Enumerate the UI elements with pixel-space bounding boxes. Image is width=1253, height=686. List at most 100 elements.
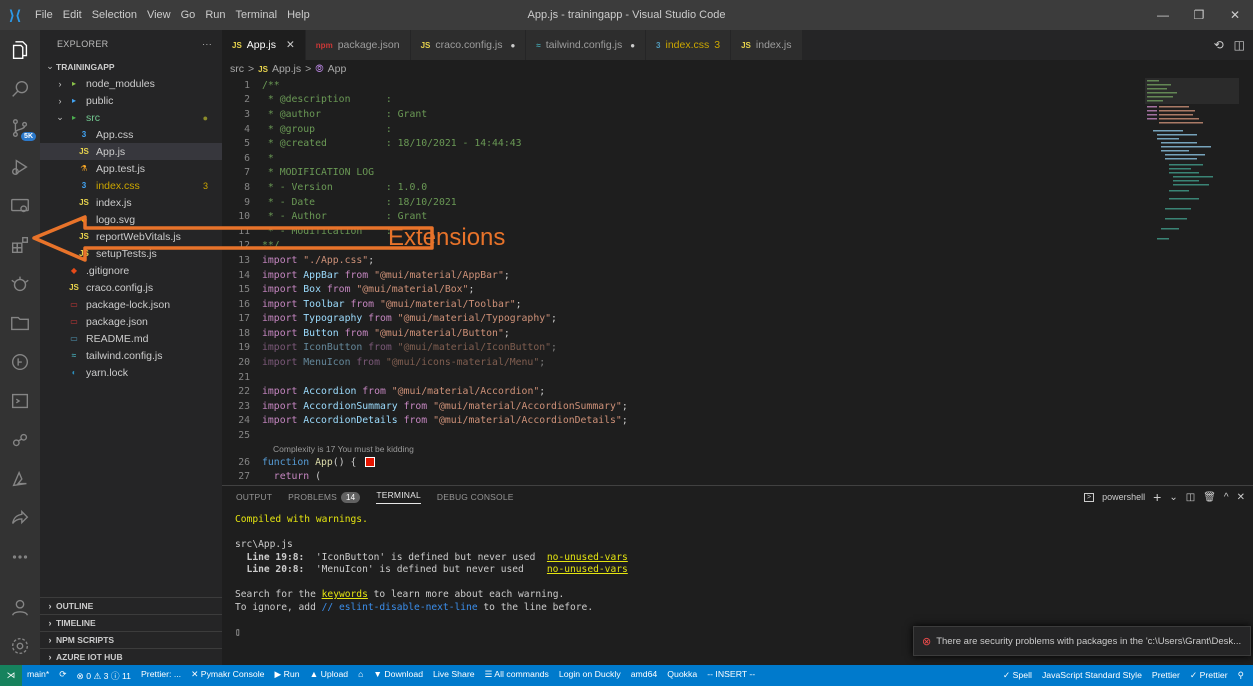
status-right-item-1[interactable]: JavaScript Standard Style bbox=[1037, 670, 1147, 681]
menu-help[interactable]: Help bbox=[282, 9, 315, 21]
live-share-icon[interactable] bbox=[0, 420, 40, 459]
tab-output[interactable]: OUTPUT bbox=[236, 492, 272, 502]
explorer-icon[interactable] bbox=[0, 30, 40, 69]
tab-package-json[interactable]: npm package.json bbox=[305, 30, 411, 60]
status-item-7[interactable]: ⌂ bbox=[353, 669, 368, 682]
tree-item-readme-md[interactable]: ▭ README.md bbox=[40, 330, 222, 347]
new-terminal-icon[interactable]: + bbox=[1153, 489, 1161, 505]
status-item-10[interactable]: ☰ All commands bbox=[480, 669, 554, 682]
maximize-panel-icon[interactable]: ^ bbox=[1224, 492, 1229, 503]
tab-problems[interactable]: PROBLEMS 14 bbox=[288, 492, 361, 503]
tab-debug-console[interactable]: DEBUG CONSOLE bbox=[437, 492, 514, 502]
section-npm-scripts[interactable]: › NPM SCRIPTS bbox=[40, 631, 222, 648]
tree-item-public[interactable]: › ▸ public bbox=[40, 92, 222, 109]
project-manager-icon[interactable] bbox=[0, 303, 40, 342]
tab-tailwind-config-js[interactable]: ≈ tailwind.config.js ● bbox=[526, 30, 647, 60]
tab-craco-config-js[interactable]: JS craco.config.js ● bbox=[410, 30, 527, 60]
close-icon[interactable]: ✕ bbox=[1217, 0, 1253, 30]
status-item-6[interactable]: ▲ Upload bbox=[305, 669, 354, 682]
warning-rule-link[interactable]: no-unused-vars bbox=[547, 564, 628, 575]
status-item-9[interactable]: Live Share bbox=[428, 669, 480, 682]
tree-item-tailwind-config-js[interactable]: ≈ tailwind.config.js bbox=[40, 347, 222, 364]
menu-terminal[interactable]: Terminal bbox=[231, 9, 283, 21]
status-right-item-4[interactable]: ⚲ bbox=[1233, 670, 1249, 681]
tree-root[interactable]: ⌄ TRAININGAPP bbox=[40, 58, 222, 75]
test-icon[interactable] bbox=[0, 264, 40, 303]
status-item-0[interactable]: main* bbox=[22, 669, 54, 682]
section-timeline[interactable]: › TIMELINE bbox=[40, 614, 222, 631]
tree-item-app-js[interactable]: JS App.js bbox=[40, 143, 222, 160]
status-right-item-3[interactable]: ✓ Prettier bbox=[1185, 670, 1233, 681]
menu-edit[interactable]: Edit bbox=[58, 9, 87, 21]
remote-indicator-icon[interactable]: ⋊ bbox=[0, 665, 22, 686]
restore-icon[interactable]: ❐ bbox=[1181, 0, 1217, 30]
more-icon[interactable] bbox=[0, 537, 40, 576]
breadcrumb-folder[interactable]: src bbox=[230, 63, 244, 75]
tab-terminal[interactable]: TERMINAL bbox=[376, 490, 421, 504]
section-outline[interactable]: › OUTLINE bbox=[40, 597, 222, 614]
code-lens[interactable]: Complexity is 17 You must be kidding bbox=[222, 443, 1122, 455]
share-icon[interactable] bbox=[0, 498, 40, 537]
warning-rule-link[interactable]: no-unused-vars bbox=[547, 552, 628, 563]
run-debug-icon[interactable] bbox=[0, 147, 40, 186]
eslint-comment-code: // eslint-disable-next-line bbox=[321, 601, 478, 613]
tree-item-label: craco.config.js bbox=[86, 281, 154, 294]
status-item-8[interactable]: ▼ Download bbox=[368, 669, 428, 682]
chevron-down-icon[interactable]: ⌄ bbox=[1169, 492, 1177, 503]
status-item-1[interactable]: ⟳ bbox=[54, 669, 71, 682]
close-panel-icon[interactable]: ✕ bbox=[1237, 492, 1245, 503]
status-item-12[interactable]: amd64 bbox=[626, 669, 663, 682]
status-item-13[interactable]: Quokka bbox=[662, 669, 702, 682]
source-control-icon[interactable]: 5K bbox=[0, 108, 40, 147]
tree-item-craco-config-js[interactable]: JS craco.config.js bbox=[40, 279, 222, 296]
minimap[interactable] bbox=[1145, 78, 1239, 258]
tree-item-yarn-lock[interactable]: ◐ yarn.lock bbox=[40, 364, 222, 381]
tree-item-src[interactable]: ⌄ ▸ src ● bbox=[40, 109, 222, 126]
terminal-icon[interactable] bbox=[0, 381, 40, 420]
menu-run[interactable]: Run bbox=[200, 9, 230, 21]
status-item-3[interactable]: Prettier: ... bbox=[136, 669, 186, 682]
section-azure-iot-hub[interactable]: › AZURE IOT HUB bbox=[40, 648, 222, 665]
tree-item-node-modules[interactable]: › ▸ node_modules bbox=[40, 75, 222, 92]
menu-file[interactable]: File bbox=[30, 9, 58, 21]
tab-app-js[interactable]: JS App.js ✕ bbox=[222, 30, 306, 60]
keywords-link[interactable]: keywords bbox=[322, 589, 368, 600]
gitlens-icon[interactable] bbox=[0, 342, 40, 381]
status-item-2[interactable]: ⊗ 0 ⚠ 3 ⓘ 11 bbox=[72, 669, 137, 682]
azure-icon[interactable] bbox=[0, 459, 40, 498]
split-editor-icon[interactable]: ◫ bbox=[1234, 38, 1245, 52]
code-editor[interactable]: 1/** 2 * @description :3 * @author : Gran… bbox=[222, 78, 1122, 484]
close-tab-icon[interactable]: ✕ bbox=[286, 39, 295, 51]
search-icon[interactable] bbox=[0, 69, 40, 108]
timeline-icon[interactable]: ⟲ bbox=[1214, 38, 1224, 52]
status-item-5[interactable]: ▶ Run bbox=[270, 669, 305, 682]
status-right-item-2[interactable]: Prettier bbox=[1147, 670, 1185, 681]
status-item-4[interactable]: ✕ Pymakr Console bbox=[186, 669, 269, 682]
trash-icon[interactable]: 🗑 bbox=[1203, 492, 1216, 503]
split-terminal-icon[interactable]: ◫ bbox=[1186, 492, 1195, 503]
menu-go[interactable]: Go bbox=[176, 9, 201, 21]
menu-selection[interactable]: Selection bbox=[87, 9, 142, 21]
tree-item-package-json[interactable]: ▭ package.json bbox=[40, 313, 222, 330]
status-right-item-0[interactable]: ✓ Spell bbox=[998, 670, 1037, 681]
terminal-output[interactable]: Compiled with warnings. src\App.js Line … bbox=[235, 514, 628, 639]
breadcrumb-file[interactable]: App.js bbox=[272, 63, 301, 75]
minimize-icon[interactable]: — bbox=[1145, 0, 1181, 30]
accounts-icon[interactable] bbox=[0, 587, 40, 626]
tree-item-app-css[interactable]: 3 App.css bbox=[40, 126, 222, 143]
tree-item-index-js[interactable]: JS index.js bbox=[40, 194, 222, 211]
shell-name[interactable]: powershell bbox=[1102, 492, 1145, 502]
status-item-14[interactable]: -- INSERT -- bbox=[702, 669, 760, 682]
tab-index-js[interactable]: JS index.js bbox=[731, 30, 803, 60]
tree-item-app-test-js[interactable]: ⚗ App.test.js bbox=[40, 160, 222, 177]
code-line: 7 * MODIFICATION LOG bbox=[222, 166, 1122, 181]
security-notification[interactable]: ⊗ There are security problems with packa… bbox=[913, 626, 1251, 656]
settings-gear-icon[interactable] bbox=[0, 626, 40, 665]
tab-index-css[interactable]: 3 index.css 3 bbox=[646, 30, 732, 60]
explorer-more-icon[interactable]: ··· bbox=[202, 39, 212, 49]
tree-item-index-css[interactable]: 3 index.css 3 bbox=[40, 177, 222, 194]
menu-view[interactable]: View bbox=[142, 9, 176, 21]
breadcrumb-symbol[interactable]: App bbox=[328, 63, 347, 75]
status-item-11[interactable]: Login on Duckly bbox=[554, 669, 626, 682]
tree-item-package-lock-json[interactable]: ▭ package-lock.json bbox=[40, 296, 222, 313]
